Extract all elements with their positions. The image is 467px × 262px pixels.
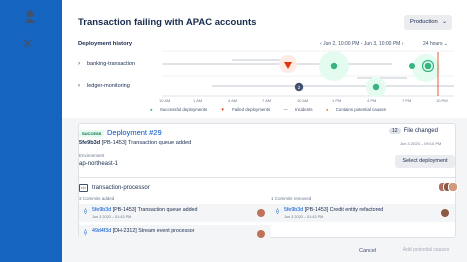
incident-line-icon: — — [283, 107, 288, 112]
commit-item[interactable]: ⟠ 5fe9b3d [PB-1453] Credit entity refact… — [271, 204, 455, 222]
legend-causes: ● Contains potential causes — [325, 107, 386, 112]
successful-deployment-marker — [409, 63, 415, 69]
tick-label: 4 PM — [367, 98, 377, 103]
commit-icon: ⟠ — [84, 230, 87, 236]
avatar — [441, 209, 449, 217]
cancel-button[interactable]: Cancel — [359, 248, 376, 254]
commit-message: [PB-1453] Transaction queue added — [101, 140, 192, 146]
status-badge: SUCCESS — [79, 130, 105, 137]
environment-field-label: Environment — [79, 153, 105, 158]
commit-message: [PB-1453] Transaction queue added — [112, 207, 198, 213]
commit-icon: ⟠ — [276, 209, 279, 215]
avatar — [448, 182, 458, 192]
commit-message: [PB-1453] Credit entity refactored — [304, 207, 384, 213]
legend-success: ● Successful deployments — [150, 107, 208, 112]
commit-hash: 49d4f3d — [92, 228, 112, 234]
processor-header: </> transaction-processor — [79, 184, 150, 192]
deployment-commit: 5fe9b3d [PB-1453] Transaction queue adde… — [79, 140, 191, 146]
divider — [78, 177, 456, 178]
commit-hash: 5fe9b3d — [284, 207, 304, 213]
files-changed: 12 File changed — [389, 128, 438, 134]
processor-name: transaction-processor — [92, 185, 150, 191]
tick-label: 1 PM — [332, 98, 342, 103]
files-label: File changed — [403, 128, 438, 134]
avatar — [257, 230, 265, 238]
left-rail: ✕ — [0, 0, 62, 262]
deployment-title[interactable]: Deployment #29 — [107, 128, 162, 137]
close-icon[interactable]: ✕ — [22, 37, 33, 50]
commits-added-label: 3 Commits added — [79, 196, 115, 201]
deployment-date: Jun 3 2020 – 09:10 PM — [400, 141, 442, 146]
commit-message: [DH-2312] Stream event processor — [112, 228, 195, 234]
success-dot-icon: ● — [150, 107, 153, 112]
select-deployment-button[interactable]: Select deployment — [395, 155, 455, 168]
successful-deployment-marker — [330, 62, 338, 70]
legend-incidents: — Incidents — [283, 107, 313, 112]
selected-deployment-marker — [424, 62, 432, 70]
tick-label: 7 AM — [262, 98, 272, 103]
bitbucket-logo-icon — [24, 10, 36, 28]
tick-label: 10 AM — [297, 98, 309, 103]
chart-legend: ● Successful deployments ▼ Failed deploy… — [150, 107, 398, 112]
commits-removed-label: 1 Commits removed — [271, 196, 312, 201]
avatar — [257, 209, 265, 217]
commit-item[interactable]: ⟠ 5fe9b3d [PB-1453] Transaction queue ad… — [79, 204, 271, 222]
tick-label: 7 PM — [402, 98, 412, 103]
failed-triangle-icon: ▼ — [220, 107, 225, 112]
commit-date: Jun 3 2020 – 01:43 PM — [284, 215, 324, 219]
commit-icon: ⟠ — [84, 209, 87, 215]
tick-label: 10 PM — [436, 98, 448, 103]
commit-date: Jun 3 2020 – 01:43 PM — [92, 215, 132, 219]
commit-item[interactable]: ⟠ 49d4f3d [DH-2312] Stream event process… — [79, 225, 271, 243]
repository-icon: </> — [79, 184, 88, 192]
incident-panel: Transaction failing with APAC accounts P… — [62, 0, 467, 262]
files-count: 12 — [389, 128, 401, 134]
cause-dot-icon: ● — [325, 107, 329, 112]
tick-label: 10 AM — [159, 98, 171, 103]
legend-failed: ▼ Failed deployments — [220, 107, 271, 112]
add-potential-causes-button[interactable]: Add potential causes — [388, 244, 464, 257]
commit-hash: 5fe9b3d — [79, 140, 101, 146]
tick-label: 4 AM — [228, 98, 238, 103]
successful-deployment-marker — [372, 83, 380, 91]
environment-field-value: ap-northeast-1 — [79, 161, 119, 167]
tick-label: 1 AM — [193, 98, 203, 103]
commit-hash: 5fe9b3d — [92, 207, 112, 213]
